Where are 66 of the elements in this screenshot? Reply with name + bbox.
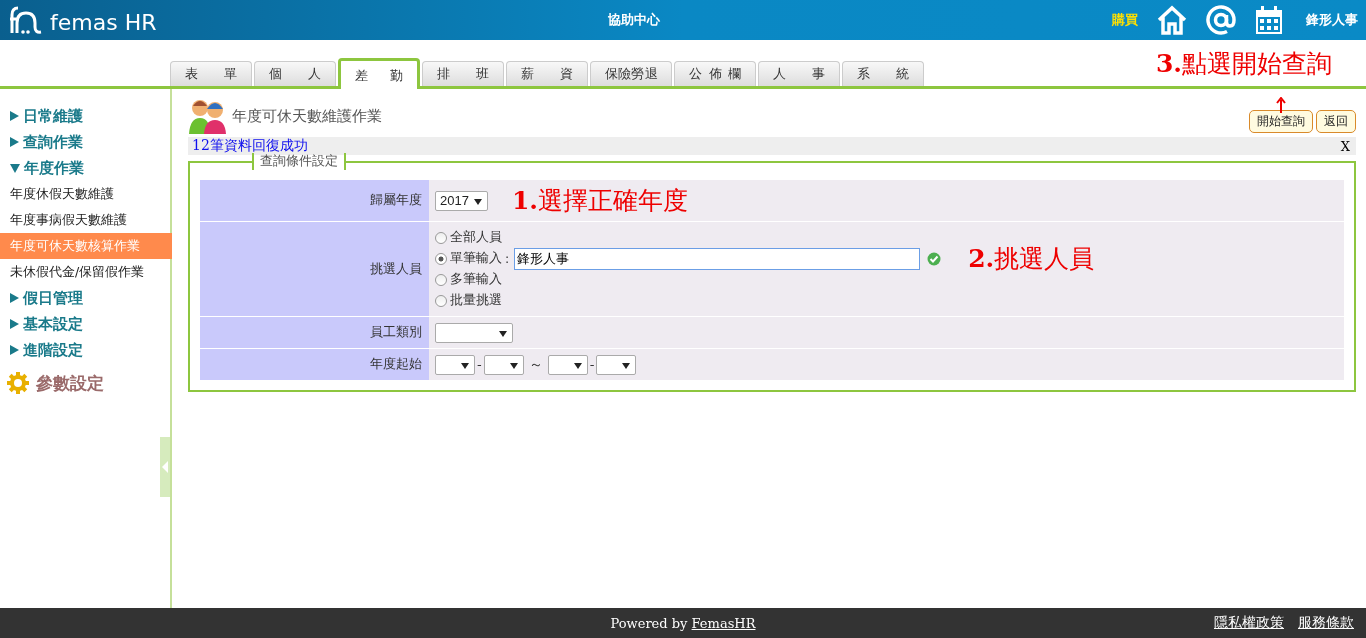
logo-text: femas HR bbox=[50, 10, 157, 35]
radio-label[interactable]: 單筆輸入 bbox=[450, 250, 502, 267]
sidebar-group[interactable]: 日常維護 bbox=[0, 103, 170, 129]
tilde-mark: ～ bbox=[528, 355, 543, 374]
check-icon bbox=[927, 251, 942, 266]
sidebar-group[interactable]: 基本設定 bbox=[0, 311, 170, 337]
date-select[interactable] bbox=[547, 354, 588, 375]
nav-tab[interactable]: 公 佈 欄 bbox=[674, 61, 756, 86]
date-select[interactable] bbox=[435, 354, 475, 375]
calendar-icon[interactable] bbox=[1254, 5, 1284, 35]
collapse-handle[interactable] bbox=[160, 437, 170, 497]
sidebar-group[interactable]: 假日管理 bbox=[0, 285, 170, 311]
sidebar-item[interactable]: 未休假代金/保留假作業 bbox=[0, 259, 170, 285]
colon-mark: : bbox=[505, 251, 510, 266]
settings-link[interactable]: 參數設定 bbox=[36, 371, 104, 395]
footer-link[interactable]: 隱私權政策 bbox=[1214, 614, 1284, 632]
user-name: 鋒形人事 bbox=[1306, 11, 1358, 29]
radio-button[interactable] bbox=[435, 231, 447, 244]
home-icon[interactable] bbox=[1156, 5, 1188, 35]
instruction-note: 1.選擇正確年度 bbox=[511, 185, 689, 217]
logo-icon bbox=[8, 5, 44, 35]
action-button[interactable]: 開始查詢 bbox=[1249, 110, 1313, 133]
close-button[interactable]: X bbox=[1334, 138, 1356, 154]
nav-tab[interactable]: 保險勞退 bbox=[590, 61, 672, 86]
nav-tab[interactable]: 差 勤 bbox=[338, 58, 420, 89]
field-label: 挑選人員 bbox=[200, 222, 429, 316]
nav-tab[interactable]: 薪 資 bbox=[506, 61, 588, 86]
field-label: 年度起始 bbox=[200, 349, 429, 380]
year-select[interactable]: 2017 bbox=[435, 190, 488, 211]
arrow-icon bbox=[1276, 97, 1286, 113]
nav-tab[interactable]: 人 事 bbox=[758, 61, 840, 86]
radio-button[interactable] bbox=[435, 252, 447, 265]
employee-input[interactable]: 鋒形人事 bbox=[514, 247, 921, 270]
brand-link[interactable]: FemasHR bbox=[691, 615, 756, 631]
at-sign-icon[interactable] bbox=[1206, 5, 1236, 35]
nav-tab[interactable]: 個 人 bbox=[254, 61, 336, 86]
nav-tab[interactable]: 排 班 bbox=[422, 61, 504, 86]
status-message: 12筆資料回復成功 bbox=[192, 137, 308, 154]
footer-link[interactable]: 服務條款 bbox=[1298, 614, 1354, 632]
radio-button[interactable] bbox=[435, 273, 447, 286]
page-title: 年度可休天數維護作業 bbox=[232, 106, 382, 126]
sidebar-item[interactable]: 年度休假天數維護 bbox=[0, 181, 170, 207]
radio-button[interactable] bbox=[435, 294, 447, 307]
field-label: 員工類別 bbox=[200, 317, 429, 348]
date-select[interactable] bbox=[596, 354, 637, 375]
action-button[interactable]: 返回 bbox=[1316, 110, 1356, 133]
powered-by-text: Powered by FemasHR bbox=[610, 615, 756, 631]
sidebar-group[interactable]: 年度作業 bbox=[0, 155, 170, 181]
people-icon bbox=[188, 98, 228, 134]
dash-mark: - bbox=[477, 357, 482, 372]
sidebar-group[interactable]: 進階設定 bbox=[0, 337, 170, 363]
radio-label[interactable]: 多筆輸入 bbox=[450, 271, 502, 288]
category-select[interactable] bbox=[435, 322, 513, 343]
radio-label[interactable]: 批量挑選 bbox=[450, 292, 502, 309]
date-select[interactable] bbox=[483, 354, 524, 375]
sidebar-group[interactable]: 查詢作業 bbox=[0, 129, 170, 155]
help-center-link[interactable]: 協助中心 bbox=[608, 11, 1112, 29]
instruction-note: 2.挑選人員 bbox=[968, 243, 1095, 275]
radio-label[interactable]: 全部人員 bbox=[450, 229, 502, 246]
nav-tab[interactable]: 表 單 bbox=[170, 61, 252, 86]
nav-tab[interactable]: 系 統 bbox=[842, 61, 924, 86]
sidebar-item[interactable]: 年度事病假天數維護 bbox=[0, 207, 170, 233]
field-label: 歸屬年度 bbox=[200, 180, 429, 221]
instruction-note: 3.點選開始查詢 bbox=[1155, 47, 1332, 80]
dash-mark: - bbox=[589, 357, 595, 372]
panel-legend: 查詢條件設定 bbox=[252, 153, 346, 170]
